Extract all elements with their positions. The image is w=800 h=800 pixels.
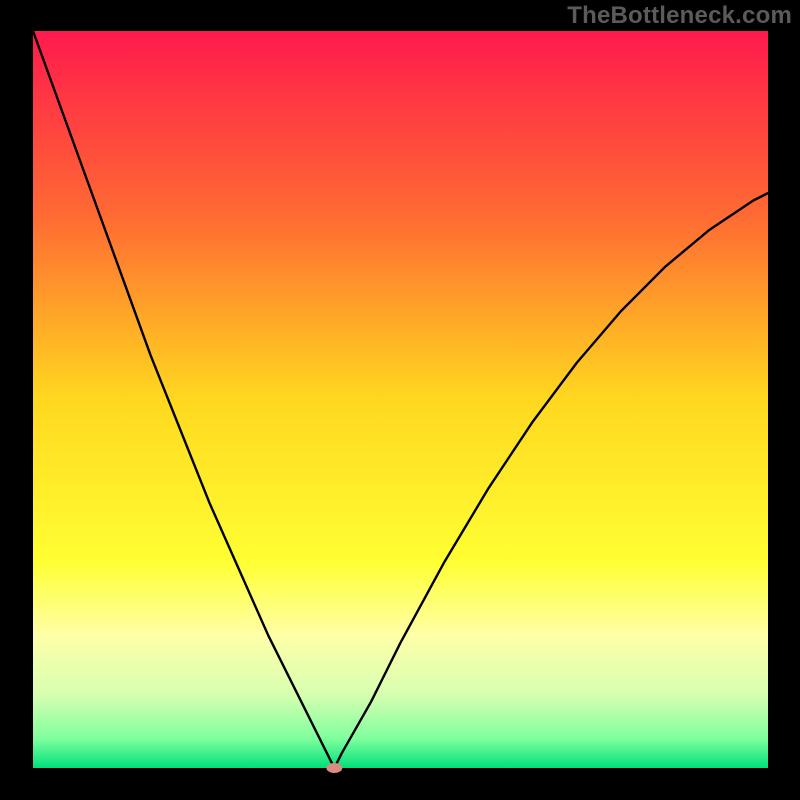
chart-svg xyxy=(0,0,800,800)
chart-frame: TheBottleneck.com xyxy=(0,0,800,800)
